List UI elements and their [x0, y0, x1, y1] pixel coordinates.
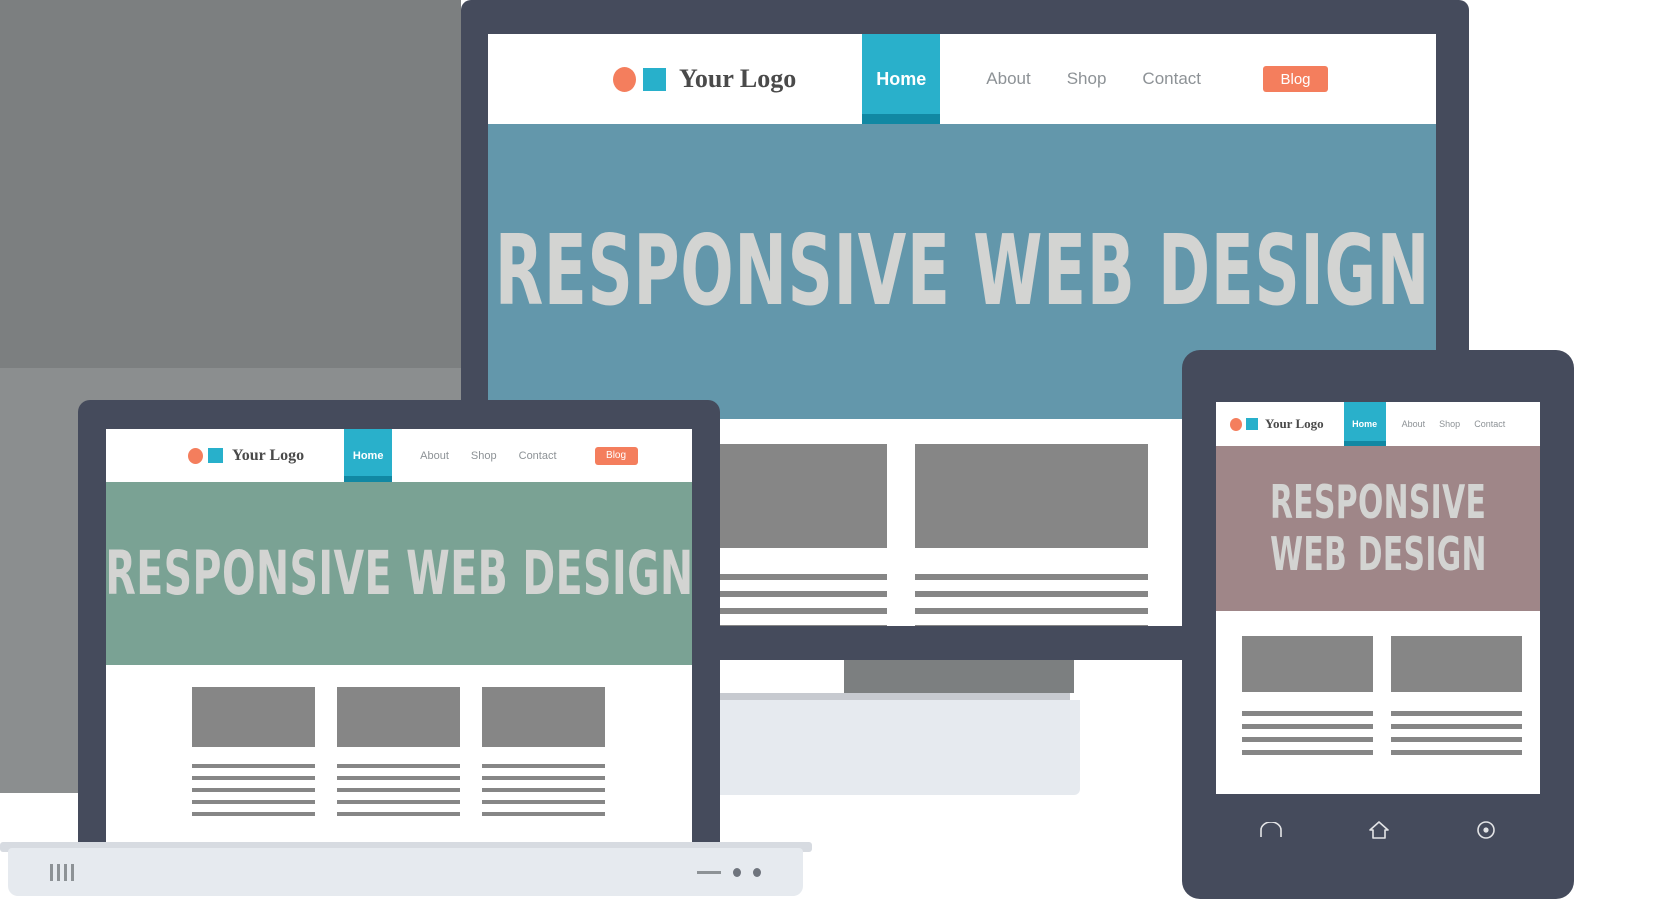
circle-icon: [613, 66, 636, 92]
tablet-content: [1216, 611, 1540, 794]
laptop-card[interactable]: [337, 687, 460, 816]
desktop-nav-home[interactable]: Home: [862, 34, 941, 124]
tablet-hero-title-line2: WEB DESIGN: [1269, 526, 1487, 581]
desktop-logo-text: Your Logo: [679, 64, 797, 93]
laptop-nav-link-contact[interactable]: Contact: [519, 450, 557, 462]
laptop-cards-row: [192, 687, 692, 816]
laptop-nav-home-underline: [344, 476, 393, 482]
desktop-navbar: Your Logo Home About Shop Contact Blog: [488, 34, 1436, 124]
back-icon[interactable]: [1259, 820, 1283, 843]
desktop-nav-link-contact[interactable]: Contact: [1142, 69, 1201, 89]
tablet-card[interactable]: [1242, 636, 1373, 755]
responsive-web-design-mockup: Your Logo Home About Shop Contact Blog R…: [0, 0, 1680, 900]
card-thumbnail: [1391, 636, 1522, 692]
laptop-screen: Your Logo Home About Shop Contact Blog R…: [106, 429, 692, 855]
laptop-card[interactable]: [192, 687, 315, 816]
laptop-base-indicators: [697, 867, 761, 877]
laptop-hero-title: RESPONSIVE WEB DESIGN: [106, 537, 692, 609]
tablet-navigation-buttons: [1216, 802, 1540, 862]
dash-icon: [697, 870, 721, 874]
card-thumbnail: [337, 687, 460, 747]
desktop-nav-home-underline: [862, 114, 941, 124]
laptop-nav-home[interactable]: Home: [344, 429, 393, 482]
card-thumbnail: [192, 687, 315, 747]
tablet-screen: Your Logo Home About Shop Contact RESPON…: [1216, 402, 1540, 794]
ports-icon: [50, 863, 74, 881]
desktop-logo[interactable]: Your Logo: [613, 64, 796, 94]
card-text-lines: [915, 574, 1148, 626]
card-text-lines: [192, 764, 315, 816]
tablet-nav-link-about[interactable]: About: [1402, 419, 1426, 429]
laptop-nav-blog-button[interactable]: Blog: [594, 446, 638, 465]
desktop-nav-link-about[interactable]: About: [986, 69, 1030, 89]
home-icon[interactable]: [1368, 820, 1390, 845]
laptop-content: [106, 665, 692, 855]
square-icon: [643, 67, 666, 91]
desktop-nav-home-label: Home: [876, 68, 927, 89]
tablet-nav-home-underline: [1343, 441, 1386, 446]
card-thumbnail: [1242, 636, 1373, 692]
desktop-nav-blog-button[interactable]: Blog: [1263, 66, 1329, 92]
laptop: Your Logo Home About Shop Contact Blog R…: [78, 400, 720, 855]
laptop-nav-link-about[interactable]: About: [420, 450, 449, 462]
background-block-upper-left: [0, 0, 461, 368]
tablet-nav-home-label: Home: [1352, 419, 1378, 429]
tablet-hero: RESPONSIVE WEB DESIGN: [1216, 446, 1540, 611]
laptop-nav-home-label: Home: [352, 449, 384, 462]
desktop-nav-link-shop[interactable]: Shop: [1067, 69, 1107, 89]
laptop-hero: RESPONSIVE WEB DESIGN: [106, 482, 692, 665]
card-thumbnail: [915, 444, 1148, 548]
laptop-logo[interactable]: Your Logo: [188, 447, 304, 465]
laptop-navbar: Your Logo Home About Shop Contact Blog: [106, 429, 692, 482]
recent-icon[interactable]: [1475, 820, 1497, 845]
tablet-logo-text: Your Logo: [1265, 416, 1324, 431]
laptop-card[interactable]: [482, 687, 605, 816]
card-text-lines: [1391, 711, 1522, 755]
tablet-nav-link-contact[interactable]: Contact: [1474, 419, 1505, 429]
laptop-logo-text: Your Logo: [232, 446, 305, 464]
desktop-nav-blog-label: Blog: [1280, 70, 1311, 88]
tablet-nav-link-shop[interactable]: Shop: [1439, 419, 1460, 429]
tablet-nav-home[interactable]: Home: [1343, 402, 1386, 446]
desktop-card[interactable]: [915, 444, 1148, 626]
tablet-logo[interactable]: Your Logo: [1230, 416, 1324, 432]
laptop-nav-link-shop[interactable]: Shop: [471, 450, 497, 462]
card-thumbnail: [482, 687, 605, 747]
monitor-stand-base: [700, 700, 1080, 795]
monitor-neck: [844, 660, 1074, 693]
laptop-nav-blog-label: Blog: [606, 450, 627, 461]
circle-icon: [188, 447, 203, 464]
square-icon: [1246, 418, 1258, 430]
tablet-navbar: Your Logo Home About Shop Contact: [1216, 402, 1540, 446]
tablet-cards-row: [1242, 636, 1540, 755]
tablet-hero-title-line1: RESPONSIVE: [1269, 474, 1487, 529]
square-icon: [208, 448, 223, 463]
dots-icon: [733, 867, 741, 877]
circle-icon: [1230, 417, 1242, 431]
card-text-lines: [1242, 711, 1373, 755]
card-text-lines: [337, 764, 460, 816]
tablet: Your Logo Home About Shop Contact RESPON…: [1182, 350, 1574, 899]
desktop-hero-title: RESPONSIVE WEB DESIGN: [494, 214, 1430, 328]
dots-icon: [753, 867, 761, 877]
laptop-base: [8, 848, 803, 896]
card-text-lines: [482, 764, 605, 816]
tablet-card[interactable]: [1391, 636, 1522, 755]
